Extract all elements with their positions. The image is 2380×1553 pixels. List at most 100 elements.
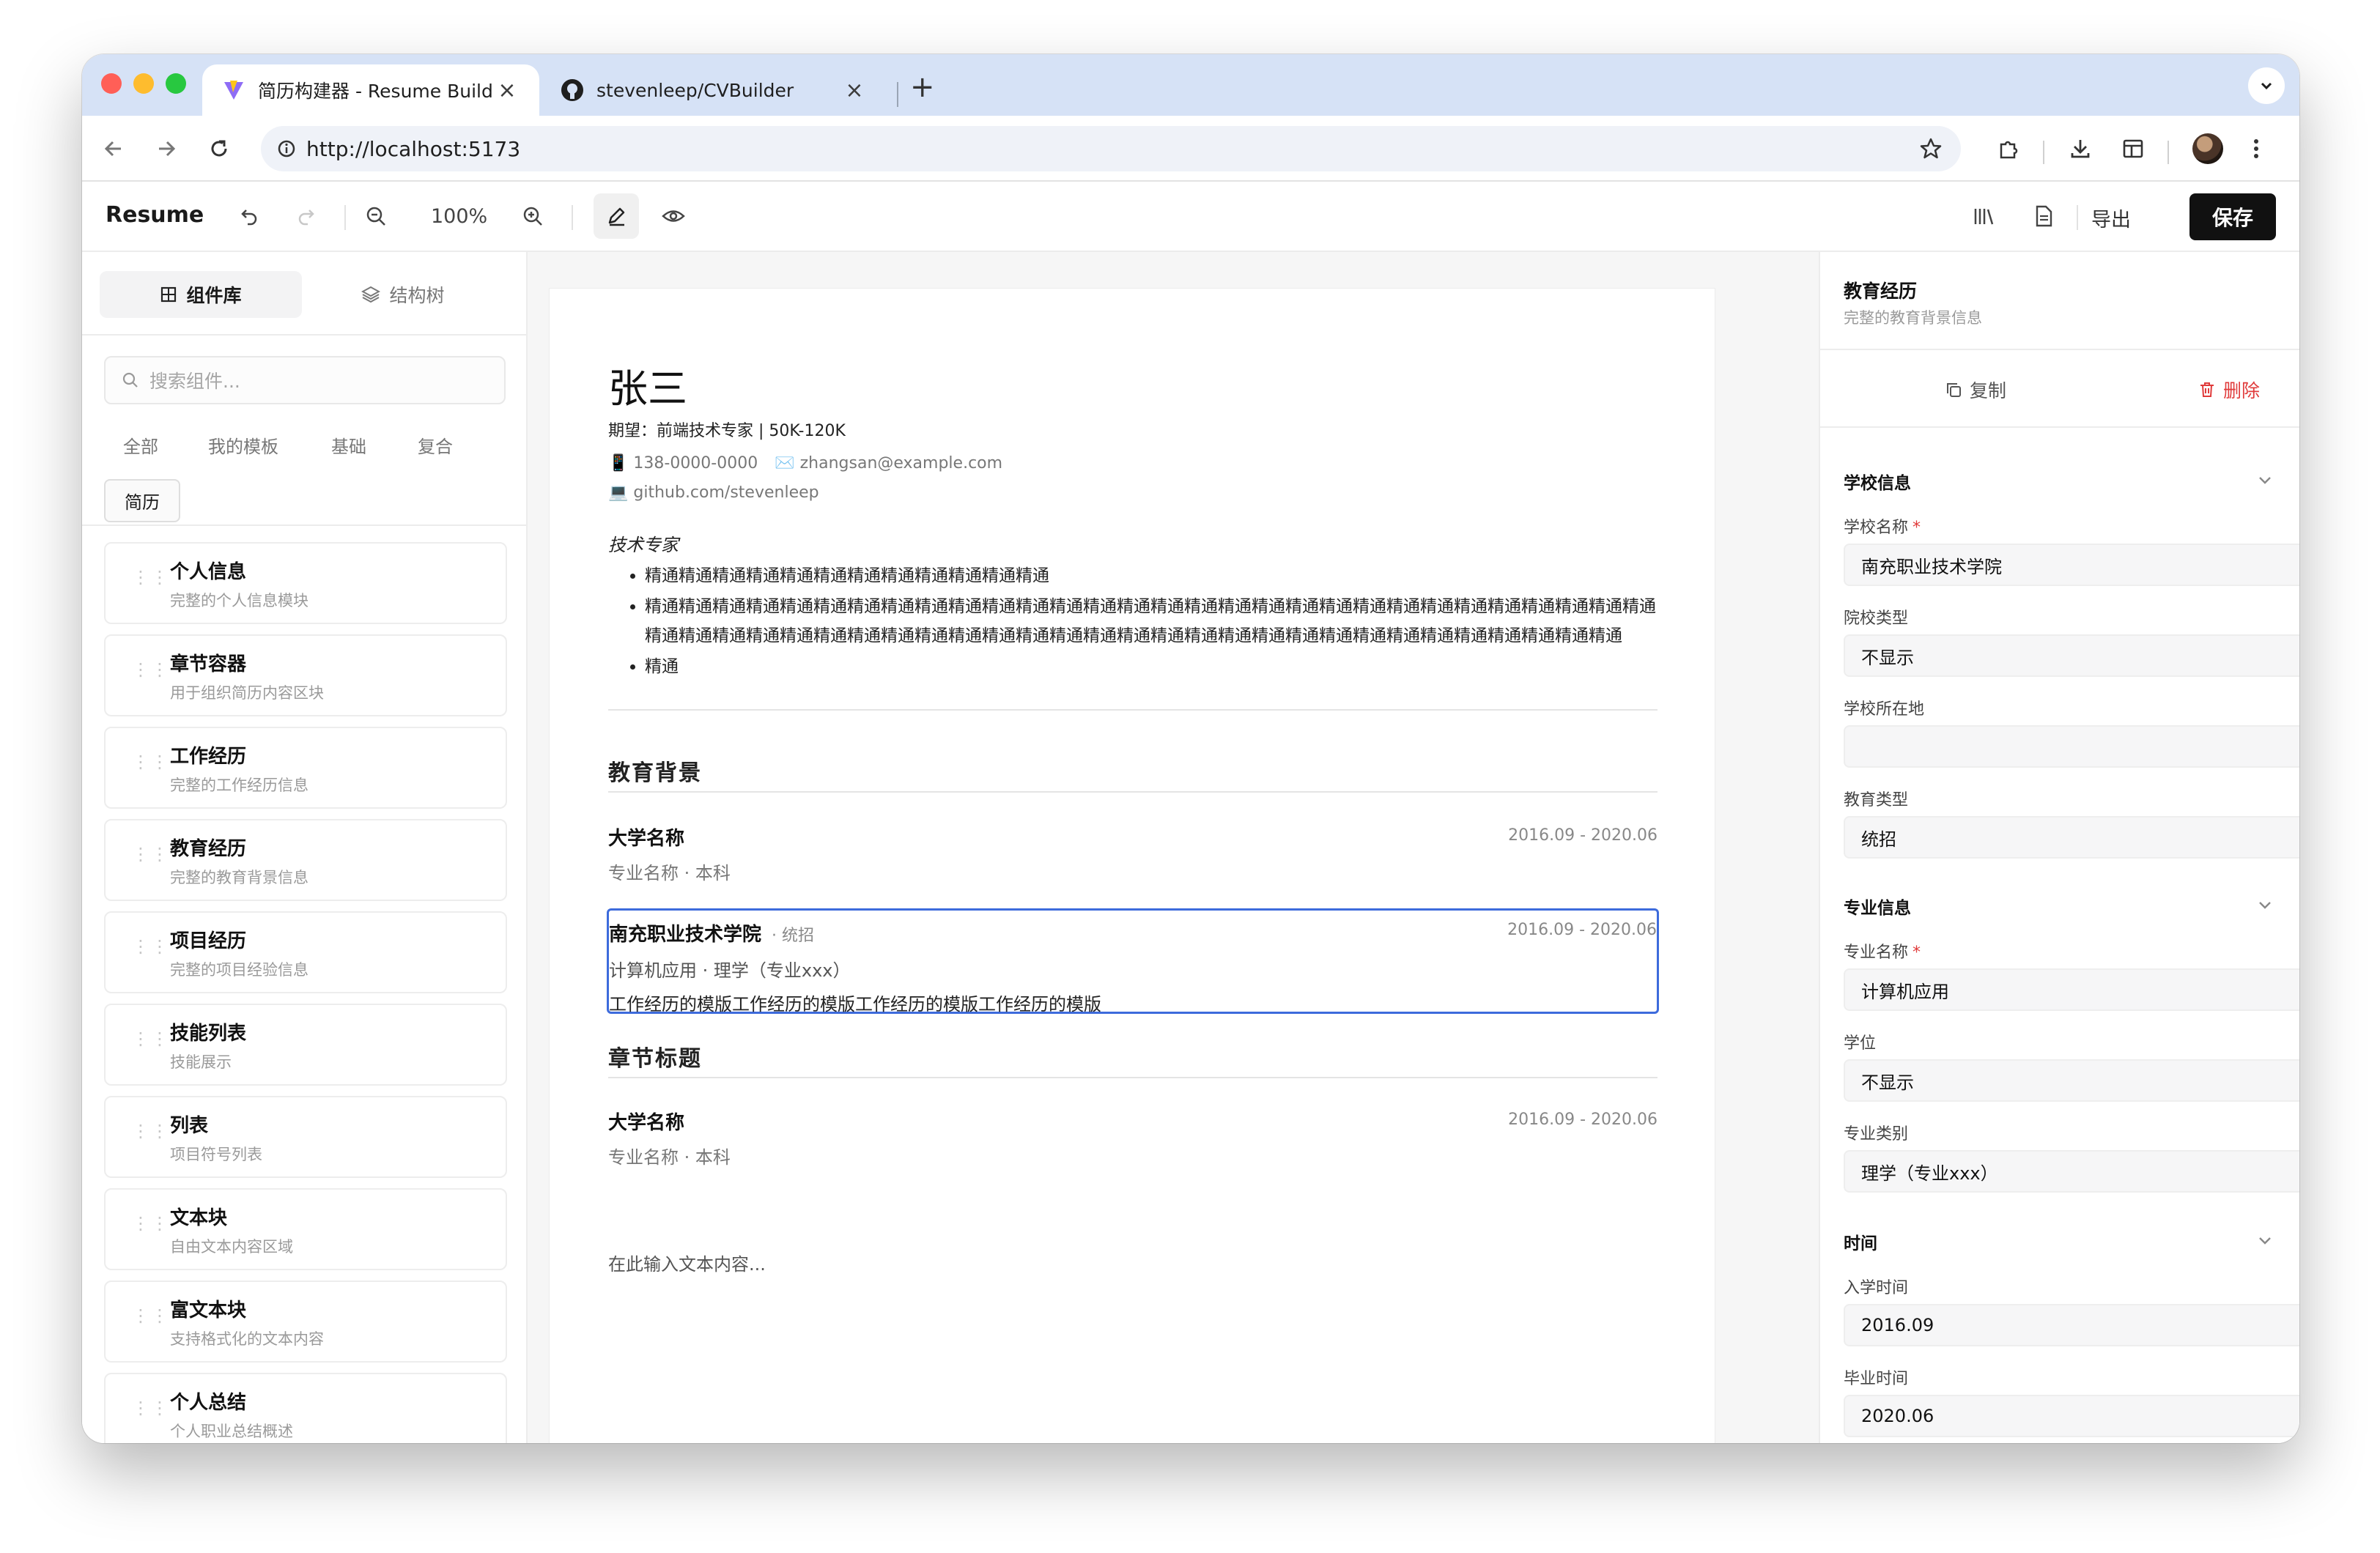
copy-button[interactable]: 复制: [1945, 377, 2006, 403]
component-text-block[interactable]: ⋮⋮ 文本块 自由文本内容区域: [104, 1188, 507, 1270]
extensions-button[interactable]: [1992, 132, 2025, 166]
side-panel-button[interactable]: [2116, 132, 2150, 166]
editor-canvas: 张三 期望：前端技术专家 | 50K-120K 📱 138-0000-0000 …: [528, 252, 1819, 1443]
tab-search-button[interactable]: [2248, 67, 2285, 104]
drag-handle-icon[interactable]: ⋮⋮: [132, 661, 170, 678]
drag-handle-icon[interactable]: ⋮⋮: [132, 845, 170, 863]
filter-all[interactable]: 全部: [104, 425, 177, 465]
component-search-input[interactable]: 搜索组件...: [104, 356, 506, 404]
toolbar-separator: [2168, 141, 2169, 164]
export-button[interactable]: 导出: [2091, 204, 2131, 232]
start-time-input[interactable]: 2016.09: [1844, 1304, 2299, 1346]
address-bar[interactable]: http://localhost:5173: [261, 126, 1961, 171]
edu-subtitle: 专业名称 · 本科: [608, 863, 731, 883]
degree-select[interactable]: 不显示: [1844, 1059, 2299, 1102]
preview-mode-button[interactable]: [657, 199, 690, 233]
zoom-in-button[interactable]: [516, 199, 550, 233]
school-type-select[interactable]: 不显示: [1844, 634, 2299, 677]
component-personal-summary[interactable]: ⋮⋮ 个人总结 个人职业总结概述: [104, 1373, 507, 1443]
close-tab-icon[interactable]: ×: [494, 78, 520, 103]
component-desc: 用于组织简历内容区块: [170, 684, 324, 702]
component-rich-text-block[interactable]: ⋮⋮ 富文本块 支持格式化的文本内容: [104, 1280, 507, 1363]
template-library-button[interactable]: [1967, 199, 2000, 233]
zoom-out-button[interactable]: [359, 199, 393, 233]
edu-date: 2016.09 - 2020.06: [1508, 826, 1658, 845]
maximize-window-button[interactable]: [166, 73, 186, 94]
section-title[interactable]: 章节标题: [608, 1040, 702, 1072]
drag-handle-icon[interactable]: ⋮⋮: [132, 1030, 170, 1048]
list-item: 精通: [645, 652, 1656, 681]
document-button[interactable]: [2027, 199, 2061, 233]
chevron-down-icon[interactable]: [2257, 1232, 2273, 1248]
filter-composite[interactable]: 复合: [399, 425, 472, 465]
tab-strip: 简历构建器 - Resume Builder × stevenleep/CVBu…: [82, 54, 2299, 116]
drag-handle-icon[interactable]: ⋮⋮: [132, 1307, 170, 1324]
end-time-input[interactable]: 2020.06: [1844, 1395, 2299, 1437]
chevron-down-icon[interactable]: [2257, 472, 2273, 488]
tab-component-library[interactable]: 组件库: [100, 271, 302, 318]
tab-github[interactable]: stevenleep/CVBuilder ×: [541, 64, 887, 116]
school-name-input[interactable]: 南充职业技术学院: [1844, 544, 2299, 586]
drag-handle-icon[interactable]: ⋮⋮: [132, 753, 170, 771]
drag-handle-icon[interactable]: ⋮⋮: [132, 1399, 170, 1417]
chevron-down-icon[interactable]: [2257, 897, 2273, 913]
resume-github[interactable]: 💻 github.com/stevenleep: [608, 483, 819, 502]
undo-button[interactable]: [232, 199, 265, 233]
reload-button[interactable]: [202, 132, 236, 166]
minimize-window-button[interactable]: [133, 73, 154, 94]
filter-resume[interactable]: 简历: [104, 479, 180, 522]
group-school-header[interactable]: 学校信息: [1844, 469, 1911, 494]
select-value: 统招: [1861, 829, 1896, 850]
section-title[interactable]: 教育背景: [608, 755, 702, 787]
browser-menu-button[interactable]: [2239, 132, 2273, 166]
component-projects[interactable]: ⋮⋮ 项目经历 完整的项目经验信息: [104, 911, 507, 993]
drag-handle-icon[interactable]: ⋮⋮: [132, 568, 170, 586]
search-placeholder: 搜索组件...: [149, 371, 240, 392]
component-section-container[interactable]: ⋮⋮ 章节容器 用于组织简历内容区块: [104, 634, 507, 716]
selected-education-block[interactable]: 南充职业技术学院 · 统招 2016.09 - 2020.06 计算机应用 · 理…: [607, 908, 1659, 1015]
drag-handle-icon[interactable]: ⋮⋮: [132, 1122, 170, 1140]
site-info-icon[interactable]: [277, 139, 296, 158]
drag-handle-icon[interactable]: ⋮⋮: [132, 938, 170, 955]
delete-button[interactable]: 删除: [2198, 377, 2260, 403]
profile-avatar[interactable]: [2192, 133, 2223, 164]
school-location-input[interactable]: [1844, 725, 2299, 768]
resume-bullet-list[interactable]: 精通精通精通精通精通精通精通精通精通精通精通精通 精通精通精通精通精通精通精通精…: [645, 561, 1656, 683]
filter-my-templates[interactable]: 我的模板: [189, 425, 298, 465]
new-tab-button[interactable]: +: [910, 70, 935, 104]
drag-handle-icon[interactable]: ⋮⋮: [132, 1215, 170, 1232]
component-education[interactable]: ⋮⋮ 教育经历 完整的教育背景信息: [104, 819, 507, 901]
close-tab-icon[interactable]: ×: [841, 78, 868, 103]
resume-expectation[interactable]: 期望：前端技术专家 | 50K-120K: [608, 418, 846, 441]
edu-type-select[interactable]: 统招: [1844, 816, 2299, 859]
component-list-item[interactable]: ⋮⋮ 列表 项目符号列表: [104, 1096, 507, 1178]
close-window-button[interactable]: [101, 73, 122, 94]
component-work-experience[interactable]: ⋮⋮ 工作经历 完整的工作经历信息: [104, 727, 507, 809]
resume-intro[interactable]: 技术专家: [608, 530, 679, 556]
toolbar-separator: [2043, 141, 2044, 164]
forward-button[interactable]: [149, 132, 183, 166]
component-desc: 完整的工作经历信息: [170, 776, 308, 794]
resume-contact[interactable]: 📱 138-0000-0000 ✉️ zhangsan@example.com: [608, 454, 1002, 472]
back-button[interactable]: [97, 132, 130, 166]
resume-name[interactable]: 张三: [608, 356, 687, 414]
component-skills[interactable]: ⋮⋮ 技能列表 技能展示: [104, 1004, 507, 1086]
group-major-header[interactable]: 专业信息: [1844, 894, 1911, 919]
edu-school[interactable]: 大学名称: [608, 823, 684, 850]
bookmark-star-icon[interactable]: [1920, 138, 1942, 160]
group-time-header[interactable]: 时间: [1844, 1229, 1877, 1254]
component-personal-info[interactable]: ⋮⋮ 个人信息 完整的个人信息模块: [104, 542, 507, 624]
edu-school: 南充职业技术学院 · 统招: [609, 919, 814, 946]
filter-basic[interactable]: 基础: [312, 425, 385, 465]
major-name-input[interactable]: 计算机应用: [1844, 968, 2299, 1011]
major-category-input[interactable]: 理学（专业xxx）: [1844, 1150, 2299, 1193]
resume-page[interactable]: 张三 期望：前端技术专家 | 50K-120K 📱 138-0000-0000 …: [550, 289, 1715, 1443]
edit-mode-button[interactable]: [594, 193, 639, 239]
redo-button[interactable]: [290, 199, 324, 233]
tab-structure-tree[interactable]: 结构树: [302, 271, 504, 318]
downloads-button[interactable]: [2063, 132, 2097, 166]
edu-school[interactable]: 大学名称: [608, 1108, 684, 1135]
tab-resume-builder[interactable]: 简历构建器 - Resume Builder ×: [202, 64, 539, 116]
save-button[interactable]: 保存: [2189, 193, 2276, 240]
text-block-placeholder[interactable]: 在此输入文本内容...: [608, 1250, 766, 1275]
